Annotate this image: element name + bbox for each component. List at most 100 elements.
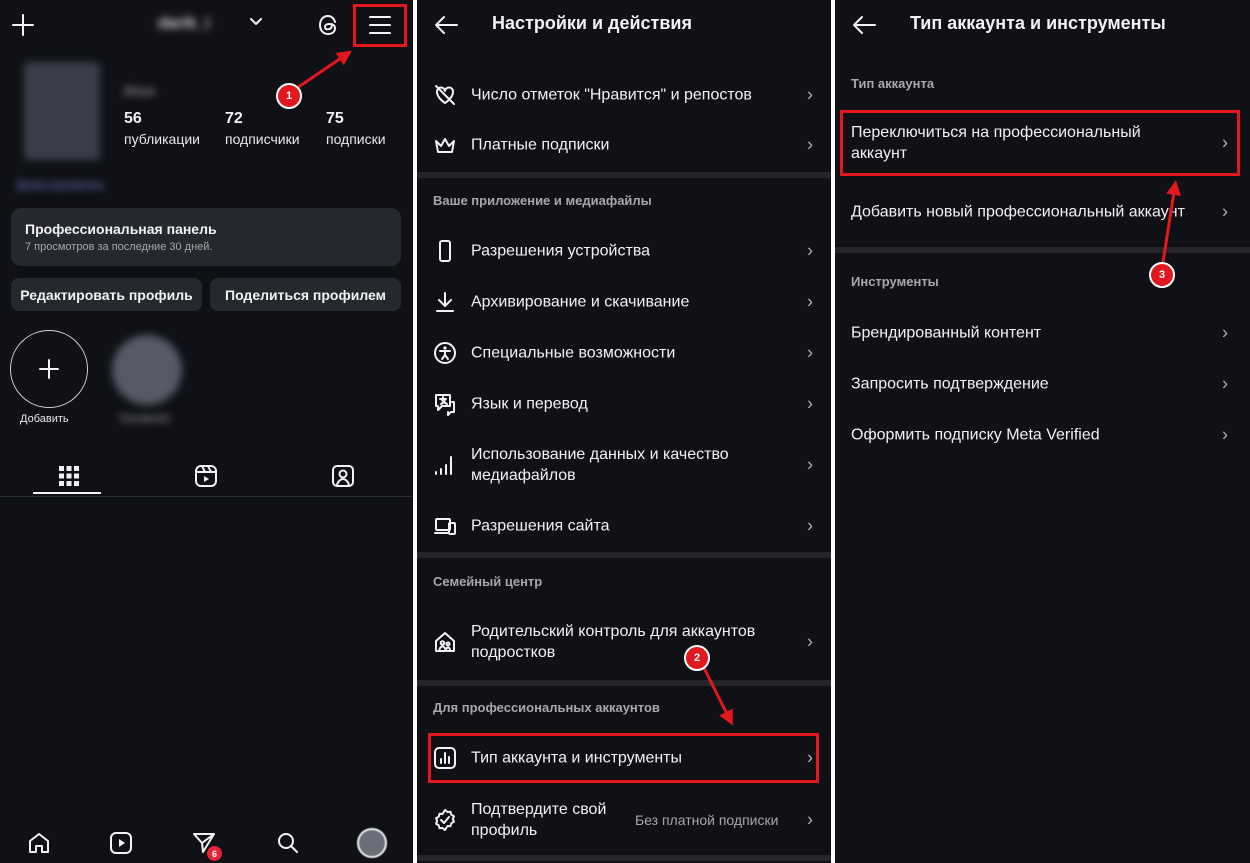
- stat-followers-value: 72: [225, 110, 243, 127]
- branded-content-item[interactable]: Брендированный контент ›: [835, 307, 1250, 358]
- highlight-account-type-item: [428, 733, 819, 783]
- highlight-thumbnail[interactable]: [112, 335, 182, 405]
- add-professional-account-item[interactable]: Добавить новый профессиональный аккаунт …: [835, 178, 1250, 246]
- dashboard-subtitle: 7 просмотров за последние 30 дней.: [25, 241, 213, 253]
- step-marker-2: 2: [684, 645, 710, 671]
- section-type-heading: Тип аккаунта: [851, 76, 935, 91]
- reels-icon: [194, 465, 217, 487]
- profile-username[interactable]: darik_i: [158, 15, 210, 33]
- stat-following-label: подписки: [326, 131, 386, 147]
- stat-posts-label: публикации: [124, 131, 200, 147]
- chevron-right-icon: ›: [807, 342, 813, 362]
- meta-verified-item[interactable]: Оформить подписку Meta Verified ›: [835, 409, 1250, 460]
- add-highlight-button[interactable]: [10, 330, 88, 408]
- settings-item-label: Специальные возможности: [471, 344, 676, 361]
- tab-grid[interactable]: [0, 456, 137, 496]
- chevron-right-icon: ›: [807, 291, 813, 311]
- signal-icon: [435, 456, 452, 475]
- active-tab-indicator: [33, 492, 101, 494]
- profile-link[interactable]: @ufa.nanotechs: [16, 178, 104, 192]
- plus-icon: [39, 359, 59, 379]
- stat-following[interactable]: 75 подписки: [326, 110, 386, 147]
- direct-badge: 6: [207, 846, 222, 861]
- avatar: [357, 828, 387, 858]
- nav-profile[interactable]: [356, 827, 388, 859]
- devices-icon: [434, 518, 456, 535]
- settings-item-parental-control[interactable]: Родительский контроль для аккаунтов подр…: [417, 606, 831, 678]
- accessibility-icon: [434, 341, 456, 364]
- reels-icon: [110, 832, 132, 854]
- settings-item-site-permissions[interactable]: Разрешения сайта ›: [417, 501, 831, 551]
- chevron-right-icon: ›: [807, 134, 813, 155]
- stat-followers-label: подписчики: [225, 131, 300, 147]
- stat-posts-value: 56: [124, 110, 142, 127]
- phone-icon: [439, 239, 451, 262]
- subscription-note: Без платной подписки: [635, 812, 779, 828]
- section-divider: [417, 680, 831, 686]
- chevron-down-icon[interactable]: [249, 17, 263, 27]
- request-verification-item[interactable]: Запросить подтверждение ›: [835, 358, 1250, 409]
- account-type-header: Тип аккаунта и инструменты: [835, 0, 1250, 50]
- stat-posts[interactable]: 56 публикации: [124, 110, 200, 147]
- profile-avatar[interactable]: [24, 62, 100, 160]
- dashboard-title: Профессиональная панель: [25, 221, 217, 237]
- stat-followers[interactable]: 72 подписчики: [225, 110, 300, 147]
- settings-title: Настройки и действия: [492, 13, 692, 33]
- tab-tagged[interactable]: [274, 456, 411, 496]
- verified-icon: [435, 809, 455, 831]
- section-app-heading: Ваше приложение и медиафайлы: [433, 193, 652, 208]
- tool-item-label: Оформить подписку Meta Verified: [851, 426, 1100, 443]
- settings-item-device-permissions[interactable]: Разрешения устройства ›: [417, 225, 831, 276]
- settings-item-label: Архивирование и скачивание: [471, 293, 690, 310]
- bottom-navigation: 6: [0, 823, 413, 863]
- chevron-right-icon: ›: [1222, 424, 1228, 444]
- back-arrow-icon[interactable]: [433, 14, 459, 36]
- settings-item-subscriptions[interactable]: Платные подписки ›: [417, 120, 831, 170]
- profile-tabs: [0, 456, 413, 496]
- nav-home[interactable]: [23, 827, 55, 859]
- nav-direct[interactable]: 6: [188, 827, 222, 861]
- tool-item-label: Брендированный контент: [851, 324, 1042, 341]
- settings-item-accessibility[interactable]: Специальные возможности ›: [417, 327, 831, 378]
- chevron-right-icon: ›: [807, 84, 813, 105]
- tab-reels[interactable]: [137, 456, 274, 496]
- threads-icon[interactable]: [316, 12, 342, 38]
- settings-item-likes[interactable]: Число отметок "Нравится" и репостов ›: [417, 70, 831, 120]
- settings-item-label: Платные подписки: [471, 136, 610, 154]
- edit-profile-button[interactable]: Редактировать профиль: [11, 278, 202, 311]
- professional-dashboard[interactable]: Профессиональная панель 7 просмотров за …: [11, 208, 401, 266]
- settings-item-label: Подтвердите свой профиль: [471, 801, 607, 839]
- settings-item-label: Разрешения сайта: [471, 517, 610, 535]
- chevron-right-icon: ›: [1222, 322, 1228, 342]
- settings-item-language[interactable]: Язык и перевод ›: [417, 378, 831, 429]
- chevron-right-icon: ›: [1222, 201, 1228, 222]
- settings-item-data-usage[interactable]: Использование данных и качество медиафай…: [417, 429, 831, 501]
- settings-item-archive[interactable]: Архивирование и скачивание ›: [417, 276, 831, 327]
- section-family-heading: Семейный центр: [433, 574, 543, 589]
- stat-following-value: 75: [326, 110, 344, 127]
- add-highlight-label: Добавить: [20, 413, 69, 425]
- profile-display-name: Илья: [124, 84, 155, 98]
- nav-reels[interactable]: [105, 827, 137, 859]
- step-marker-1: 1: [276, 83, 302, 109]
- highlight-switch-professional-item: [840, 110, 1240, 176]
- settings-item-label: Использование данных и качество медиафай…: [471, 446, 729, 484]
- step-marker-3: 3: [1149, 262, 1175, 288]
- back-arrow-icon[interactable]: [851, 14, 877, 36]
- crown-icon: [435, 138, 455, 153]
- chevron-right-icon: ›: [807, 393, 813, 413]
- grid-icon: [58, 466, 79, 486]
- share-profile-button[interactable]: Поделиться профилем: [210, 278, 401, 311]
- home-icon: [29, 833, 49, 853]
- section-divider: [417, 552, 831, 558]
- nav-search[interactable]: [272, 827, 304, 859]
- chevron-right-icon: ›: [807, 515, 813, 536]
- chevron-right-icon: ›: [807, 631, 813, 652]
- create-plus-icon[interactable]: [10, 12, 36, 38]
- heart-crossed-icon: [435, 85, 455, 105]
- tabs-divider: [0, 496, 413, 497]
- highlight-menu-button: [353, 4, 407, 47]
- tool-item-label: Запросить подтверждение: [851, 375, 1049, 392]
- section-divider: [417, 855, 831, 861]
- settings-item-verify-profile[interactable]: Подтвердите свой профиль Без платной под…: [417, 786, 831, 854]
